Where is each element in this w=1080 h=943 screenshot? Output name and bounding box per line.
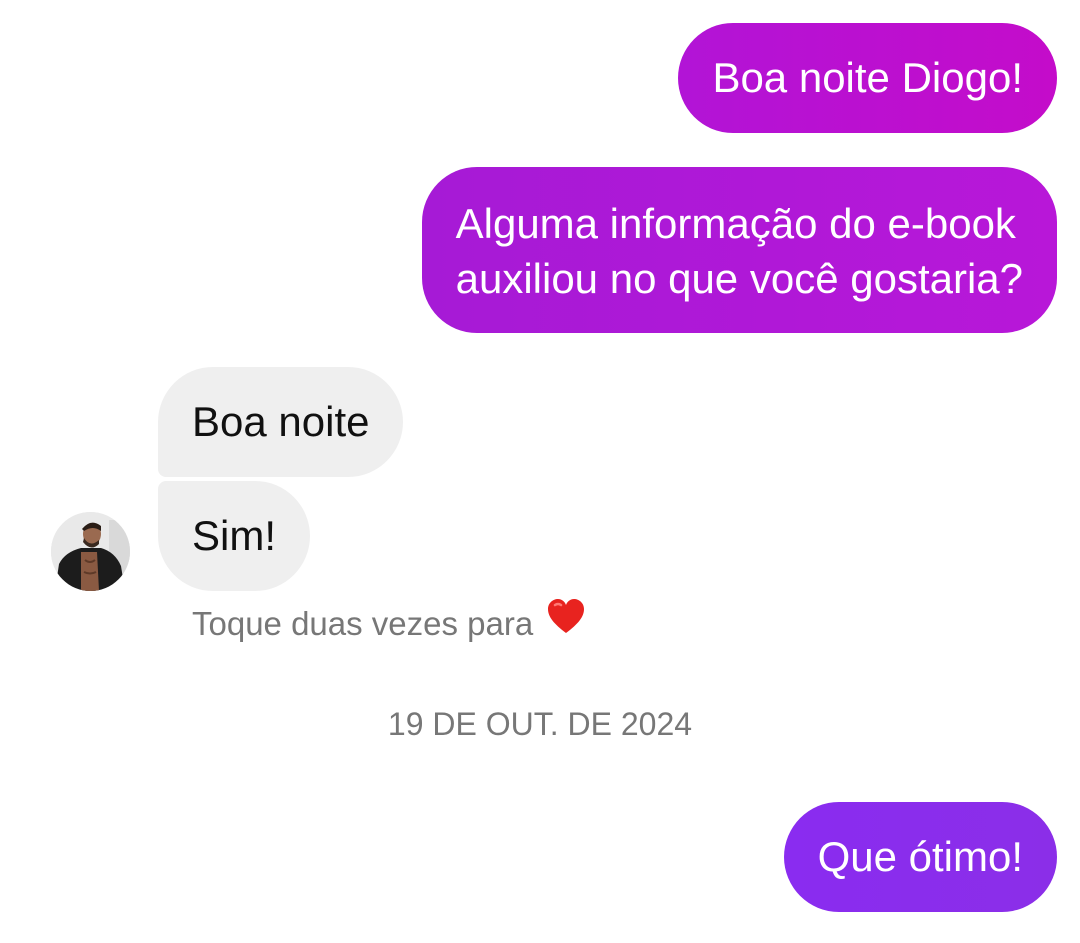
message-text-line: auxiliou no que você gostaria? [455, 255, 1023, 302]
heart-icon [546, 598, 586, 649]
contact-avatar[interactable] [51, 512, 130, 591]
date-separator: 19 DE OUT. DE 2024 [387, 706, 693, 742]
outgoing-message[interactable]: Alguma informação do e-book auxiliou no … [421, 167, 1057, 333]
message-text: Boa noite [192, 398, 370, 445]
outgoing-message[interactable]: Que ótimo! [783, 802, 1057, 912]
avatar-photo [51, 512, 130, 591]
message-text: Boa noite Diogo! [712, 54, 1023, 101]
outgoing-message[interactable]: Boa noite Diogo! [678, 23, 1057, 133]
message-text: Sim! [192, 512, 276, 559]
incoming-message[interactable]: Boa noite [158, 367, 404, 477]
message-text: Que ótimo! [817, 833, 1023, 880]
message-text-line: Alguma informação do e-book [455, 200, 1016, 247]
reaction-hint: Toque duas vezes para [192, 598, 586, 649]
reaction-hint-text: Toque duas vezes para [192, 605, 534, 642]
incoming-message[interactable]: Sim! [158, 481, 310, 591]
